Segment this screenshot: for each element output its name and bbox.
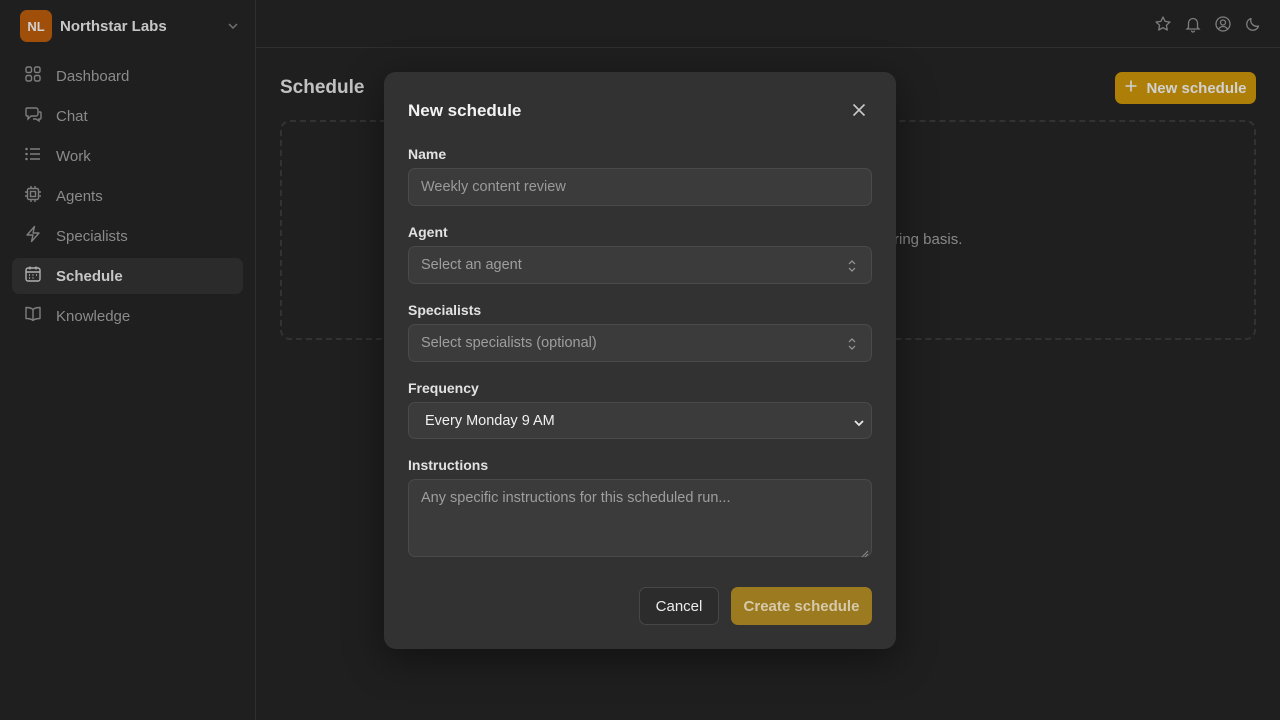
chevron-down-icon	[853, 416, 865, 427]
create-schedule-button[interactable]: Create schedule	[731, 587, 872, 625]
agent-select[interactable]: Select an agent	[408, 246, 872, 284]
name-field[interactable]	[408, 168, 872, 206]
cancel-button[interactable]: Cancel	[639, 587, 719, 625]
frequency-label: Frequency	[408, 380, 479, 396]
chevron-up-down-icon	[847, 337, 857, 351]
name-label: Name	[408, 146, 447, 162]
specialists-select[interactable]: Select specialists (optional)	[408, 324, 872, 362]
agent-label: Agent	[408, 224, 448, 240]
resize-handle-icon[interactable]	[861, 546, 869, 558]
new-schedule-dialog: New schedule Name Agent Select an agent …	[384, 72, 896, 649]
frequency-select[interactable]: Every Monday 9 AM	[408, 402, 872, 439]
chevron-up-down-icon	[847, 259, 857, 273]
close-icon[interactable]	[852, 103, 866, 117]
specialists-select-placeholder: Select specialists (optional)	[421, 335, 597, 351]
instructions-placeholder: Any specific instructions for this sched…	[421, 490, 731, 506]
instructions-textarea[interactable]: Any specific instructions for this sched…	[408, 479, 872, 558]
instructions-label: Instructions	[408, 457, 489, 473]
specialists-label: Specialists	[408, 302, 482, 318]
frequency-value: Every Monday 9 AM	[425, 412, 555, 429]
agent-select-placeholder: Select an agent	[421, 257, 522, 273]
dialog-title: New schedule	[408, 101, 522, 120]
